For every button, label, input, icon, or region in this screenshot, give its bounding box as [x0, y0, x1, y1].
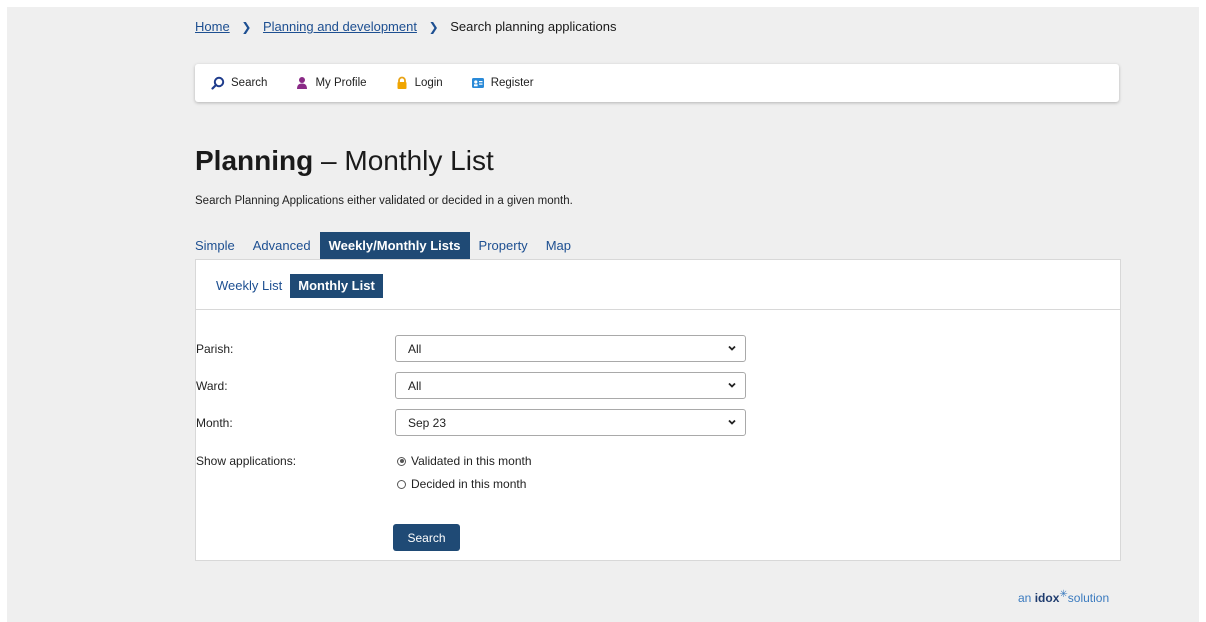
- tab-property[interactable]: Property: [470, 232, 537, 260]
- tab-advanced[interactable]: Advanced: [244, 232, 320, 260]
- toolbar-profile-label: My Profile: [315, 77, 367, 89]
- page-title: Planning – Monthly List: [195, 145, 494, 177]
- lock-icon: [397, 76, 407, 89]
- page-background: Home ❯ Planning and development ❯ Search…: [7, 7, 1199, 622]
- search-panel: Weekly List Monthly List Parish: All War…: [195, 259, 1121, 561]
- radio-validated-label: Validated in this month: [411, 454, 532, 468]
- idox-logo: an idox✳solution: [1018, 589, 1109, 605]
- chevron-right-icon: ❯: [428, 20, 439, 34]
- tab-simple[interactable]: Simple: [195, 232, 244, 260]
- page-title-rest: – Monthly List: [313, 145, 494, 176]
- chevron-down-icon: [728, 419, 736, 425]
- breadcrumb-home[interactable]: Home: [195, 19, 230, 34]
- ward-select[interactable]: All: [395, 372, 746, 399]
- ward-select-value: All: [408, 378, 422, 393]
- user-toolbar: Search My Profile Login Register: [195, 64, 1119, 102]
- chevron-down-icon: [728, 382, 736, 388]
- ward-label: Ward:: [196, 379, 228, 393]
- tab-map[interactable]: Map: [537, 232, 580, 260]
- toolbar-register[interactable]: Register: [471, 76, 534, 90]
- tab-weekly-monthly-lists[interactable]: Weekly/Monthly Lists: [319, 232, 470, 260]
- search-icon: [211, 76, 225, 90]
- radio-validated[interactable]: Validated in this month: [397, 454, 532, 468]
- footer-brand: idox: [1034, 591, 1060, 605]
- month-label: Month:: [196, 416, 233, 430]
- toolbar-profile[interactable]: My Profile: [295, 76, 367, 90]
- footer-an: an: [1018, 591, 1032, 605]
- radio-decided-button[interactable]: [397, 479, 406, 489]
- parish-select-value: All: [408, 341, 422, 356]
- register-icon: [471, 78, 484, 88]
- radio-validated-button[interactable]: [397, 456, 406, 466]
- parish-label: Parish:: [196, 342, 234, 356]
- toolbar-register-label: Register: [490, 77, 534, 89]
- toolbar-login-label: Login: [414, 77, 443, 89]
- user-icon: [297, 77, 308, 89]
- breadcrumb-current: Search planning applications: [450, 19, 617, 34]
- month-select[interactable]: Sep 23: [395, 409, 746, 436]
- chevron-down-icon: [728, 345, 736, 351]
- page-intro: Search Planning Applications either vali…: [195, 195, 573, 207]
- breadcrumb-planning[interactable]: Planning and development: [263, 19, 417, 34]
- show-applications-label: Show applications:: [196, 454, 297, 468]
- radio-decided-label: Decided in this month: [411, 477, 527, 491]
- month-select-value: Sep 23: [408, 415, 447, 430]
- panel-divider: [196, 309, 1120, 310]
- subtab-weekly-list[interactable]: Weekly List: [208, 274, 290, 298]
- list-subtabs: Weekly List Monthly List: [208, 274, 383, 298]
- toolbar-search-label: Search: [231, 77, 268, 89]
- subtab-monthly-list[interactable]: Monthly List: [290, 274, 383, 298]
- chevron-right-icon: ❯: [241, 20, 252, 34]
- toolbar-login[interactable]: Login: [395, 76, 443, 90]
- radio-decided[interactable]: Decided in this month: [397, 477, 526, 491]
- breadcrumb: Home ❯ Planning and development ❯ Search…: [195, 19, 617, 34]
- footer-solution: solution: [1067, 591, 1110, 605]
- sparkle-icon: ✳: [1059, 589, 1068, 600]
- page-title-bold: Planning: [195, 145, 314, 176]
- search-button[interactable]: Search: [393, 524, 460, 551]
- parish-select[interactable]: All: [395, 335, 746, 362]
- toolbar-search[interactable]: Search: [211, 76, 267, 90]
- search-tabs: Simple Advanced Weekly/Monthly Lists Pro…: [195, 232, 580, 260]
